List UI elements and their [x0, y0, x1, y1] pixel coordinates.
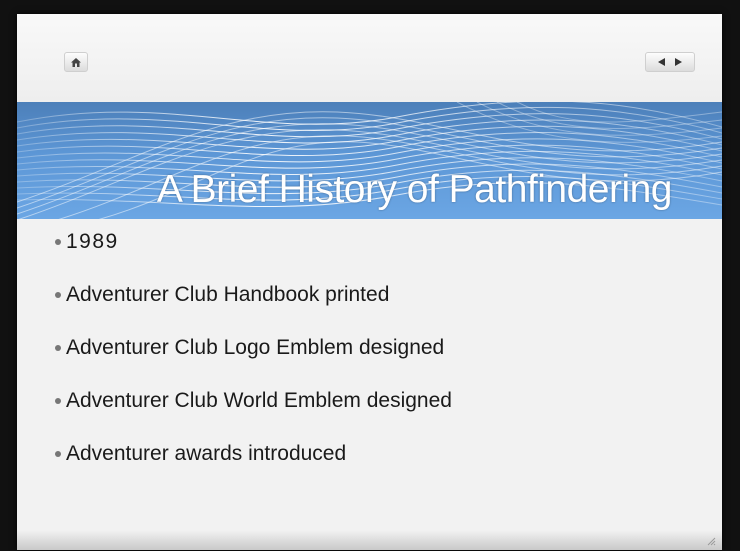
bullet-text: Adventurer awards introduced: [66, 442, 347, 465]
list-item: 1989: [55, 230, 452, 254]
list-item: Adventurer Club Logo Emblem designed: [55, 336, 452, 360]
bullet-list: 1989 Adventurer Club Handbook printed Ad…: [55, 230, 452, 495]
bullet-text: Adventurer Club Handbook printed: [66, 283, 390, 306]
triangle-right-icon: [675, 58, 682, 66]
bullet-icon: [55, 345, 61, 351]
bottom-bar: [17, 530, 722, 550]
list-item: Adventurer awards introduced: [55, 442, 452, 466]
bullet-icon: [55, 292, 61, 298]
triangle-left-icon: [658, 58, 665, 66]
list-item: Adventurer Club Handbook printed: [55, 283, 452, 307]
title-banner: A Brief History of Pathfindering: [17, 102, 722, 219]
bullet-text: Adventurer Club Logo Emblem designed: [66, 336, 445, 359]
slide-nav-buttons: [645, 52, 695, 72]
bullet-icon: [55, 451, 61, 457]
bullet-text: 1989: [66, 230, 119, 253]
top-toolbar: [17, 14, 722, 102]
home-icon: [71, 57, 81, 67]
bullet-text: Adventurer Club World Emblem designed: [66, 389, 452, 412]
previous-slide-button[interactable]: [658, 53, 665, 71]
list-item: Adventurer Club World Emblem designed: [55, 389, 452, 413]
resize-grip-icon[interactable]: [706, 536, 716, 546]
home-button[interactable]: [64, 52, 88, 72]
next-slide-button[interactable]: [675, 53, 682, 71]
bullet-icon: [55, 398, 61, 404]
bullet-icon: [55, 239, 61, 245]
slide: A Brief History of Pathfindering 1989 Ad…: [17, 14, 722, 550]
slide-title: A Brief History of Pathfindering: [156, 168, 673, 211]
